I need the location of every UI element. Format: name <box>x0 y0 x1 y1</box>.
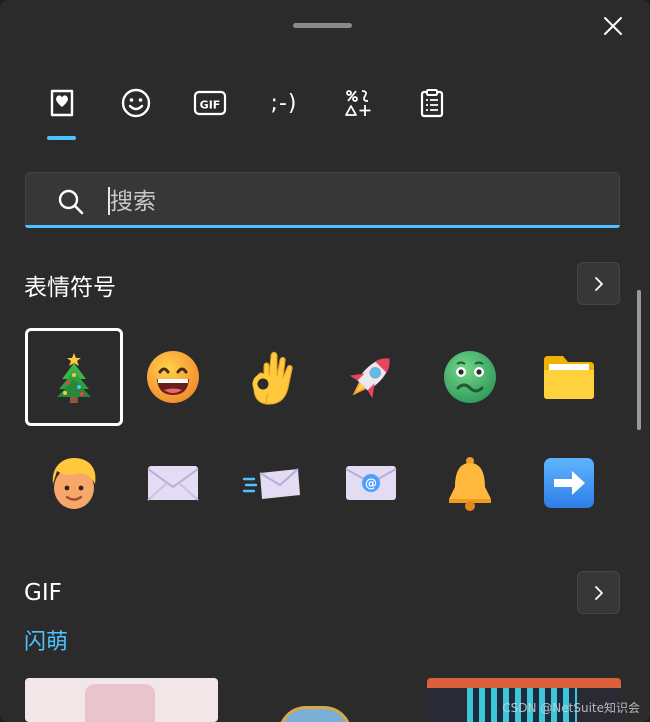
bell-emoji <box>449 457 491 511</box>
email-emoji: @ <box>345 466 397 500</box>
emoji-panel: GIF ;-) 搜索 表情符号 @ GIF 闪萌 CSDN @NetSuite知… <box>0 0 650 722</box>
gif-subcategory-link[interactable]: 闪萌 <box>24 624 68 656</box>
gif-thumbnail[interactable] <box>270 700 360 722</box>
emoji-cell-nauseated-face[interactable] <box>421 328 519 426</box>
close-icon <box>604 17 622 35</box>
smiley-icon <box>121 88 151 118</box>
chevron-right-icon <box>594 276 603 291</box>
close-button[interactable] <box>596 10 630 42</box>
envelope-emoji <box>147 466 199 501</box>
tab-clipboard[interactable] <box>407 80 457 126</box>
emoji-cell-right-arrow[interactable] <box>520 434 618 532</box>
ok-hand-emoji <box>252 351 293 405</box>
tab-emoji[interactable] <box>111 80 161 126</box>
active-tab-indicator <box>47 136 76 140</box>
grinning-face-emoji <box>147 351 199 403</box>
rocket-emoji <box>349 358 390 399</box>
emoji-cell-incoming-envelope[interactable] <box>223 434 321 532</box>
emoji-cell-email[interactable]: @ <box>322 434 420 532</box>
gif-thumbnail[interactable] <box>25 678 218 722</box>
search-box[interactable] <box>25 172 620 228</box>
tab-gif[interactable]: GIF <box>185 80 235 126</box>
category-tabs: GIF ;-) <box>24 80 484 142</box>
emoji-cell-bell[interactable] <box>421 434 519 532</box>
emoji-cell-ok-hand[interactable] <box>223 328 321 426</box>
incoming-envelope-emoji <box>242 468 300 499</box>
heart-icon <box>50 89 74 117</box>
christmas-tree-emoji <box>57 353 91 403</box>
svg-text:@: @ <box>365 477 377 491</box>
text-caret <box>108 187 110 215</box>
tab-favorites[interactable] <box>37 80 87 126</box>
gif-see-more-button[interactable] <box>577 571 620 614</box>
emoji-cell-envelope[interactable] <box>124 434 222 532</box>
tab-kaomoji[interactable]: ;-) <box>259 80 309 126</box>
emoji-section-title: 表情符号 <box>24 275 116 301</box>
emoji-cell-christmas-tree[interactable] <box>25 328 123 426</box>
svg-text:GIF: GIF <box>200 99 221 112</box>
nauseated-face-emoji <box>444 351 496 403</box>
emoji-cell-folder[interactable] <box>520 328 618 426</box>
right-arrow-emoji <box>544 458 594 508</box>
emoji-see-more-button[interactable] <box>577 262 620 305</box>
emoji-cell-grinning-face[interactable] <box>124 328 222 426</box>
gif-icon: GIF <box>193 90 227 116</box>
watermark: CSDN @NetSuite知识会 <box>502 701 640 715</box>
scrollbar-thumb[interactable] <box>637 290 641 430</box>
gif-section-title: GIF <box>24 580 62 606</box>
search-input[interactable] <box>108 182 592 222</box>
person-blond-emoji <box>52 458 96 509</box>
symbols-icon <box>345 90 371 116</box>
clipboard-icon <box>420 89 444 118</box>
chevron-right-icon <box>594 585 603 600</box>
emoji-cell-person-blond[interactable] <box>25 434 123 532</box>
drag-handle[interactable] <box>293 23 352 28</box>
emoji-cell-rocket[interactable] <box>322 328 420 426</box>
folder-emoji <box>544 356 594 399</box>
search-icon <box>58 189 84 215</box>
kaomoji-icon: ;-) <box>270 90 298 116</box>
tab-symbols[interactable] <box>333 80 383 126</box>
